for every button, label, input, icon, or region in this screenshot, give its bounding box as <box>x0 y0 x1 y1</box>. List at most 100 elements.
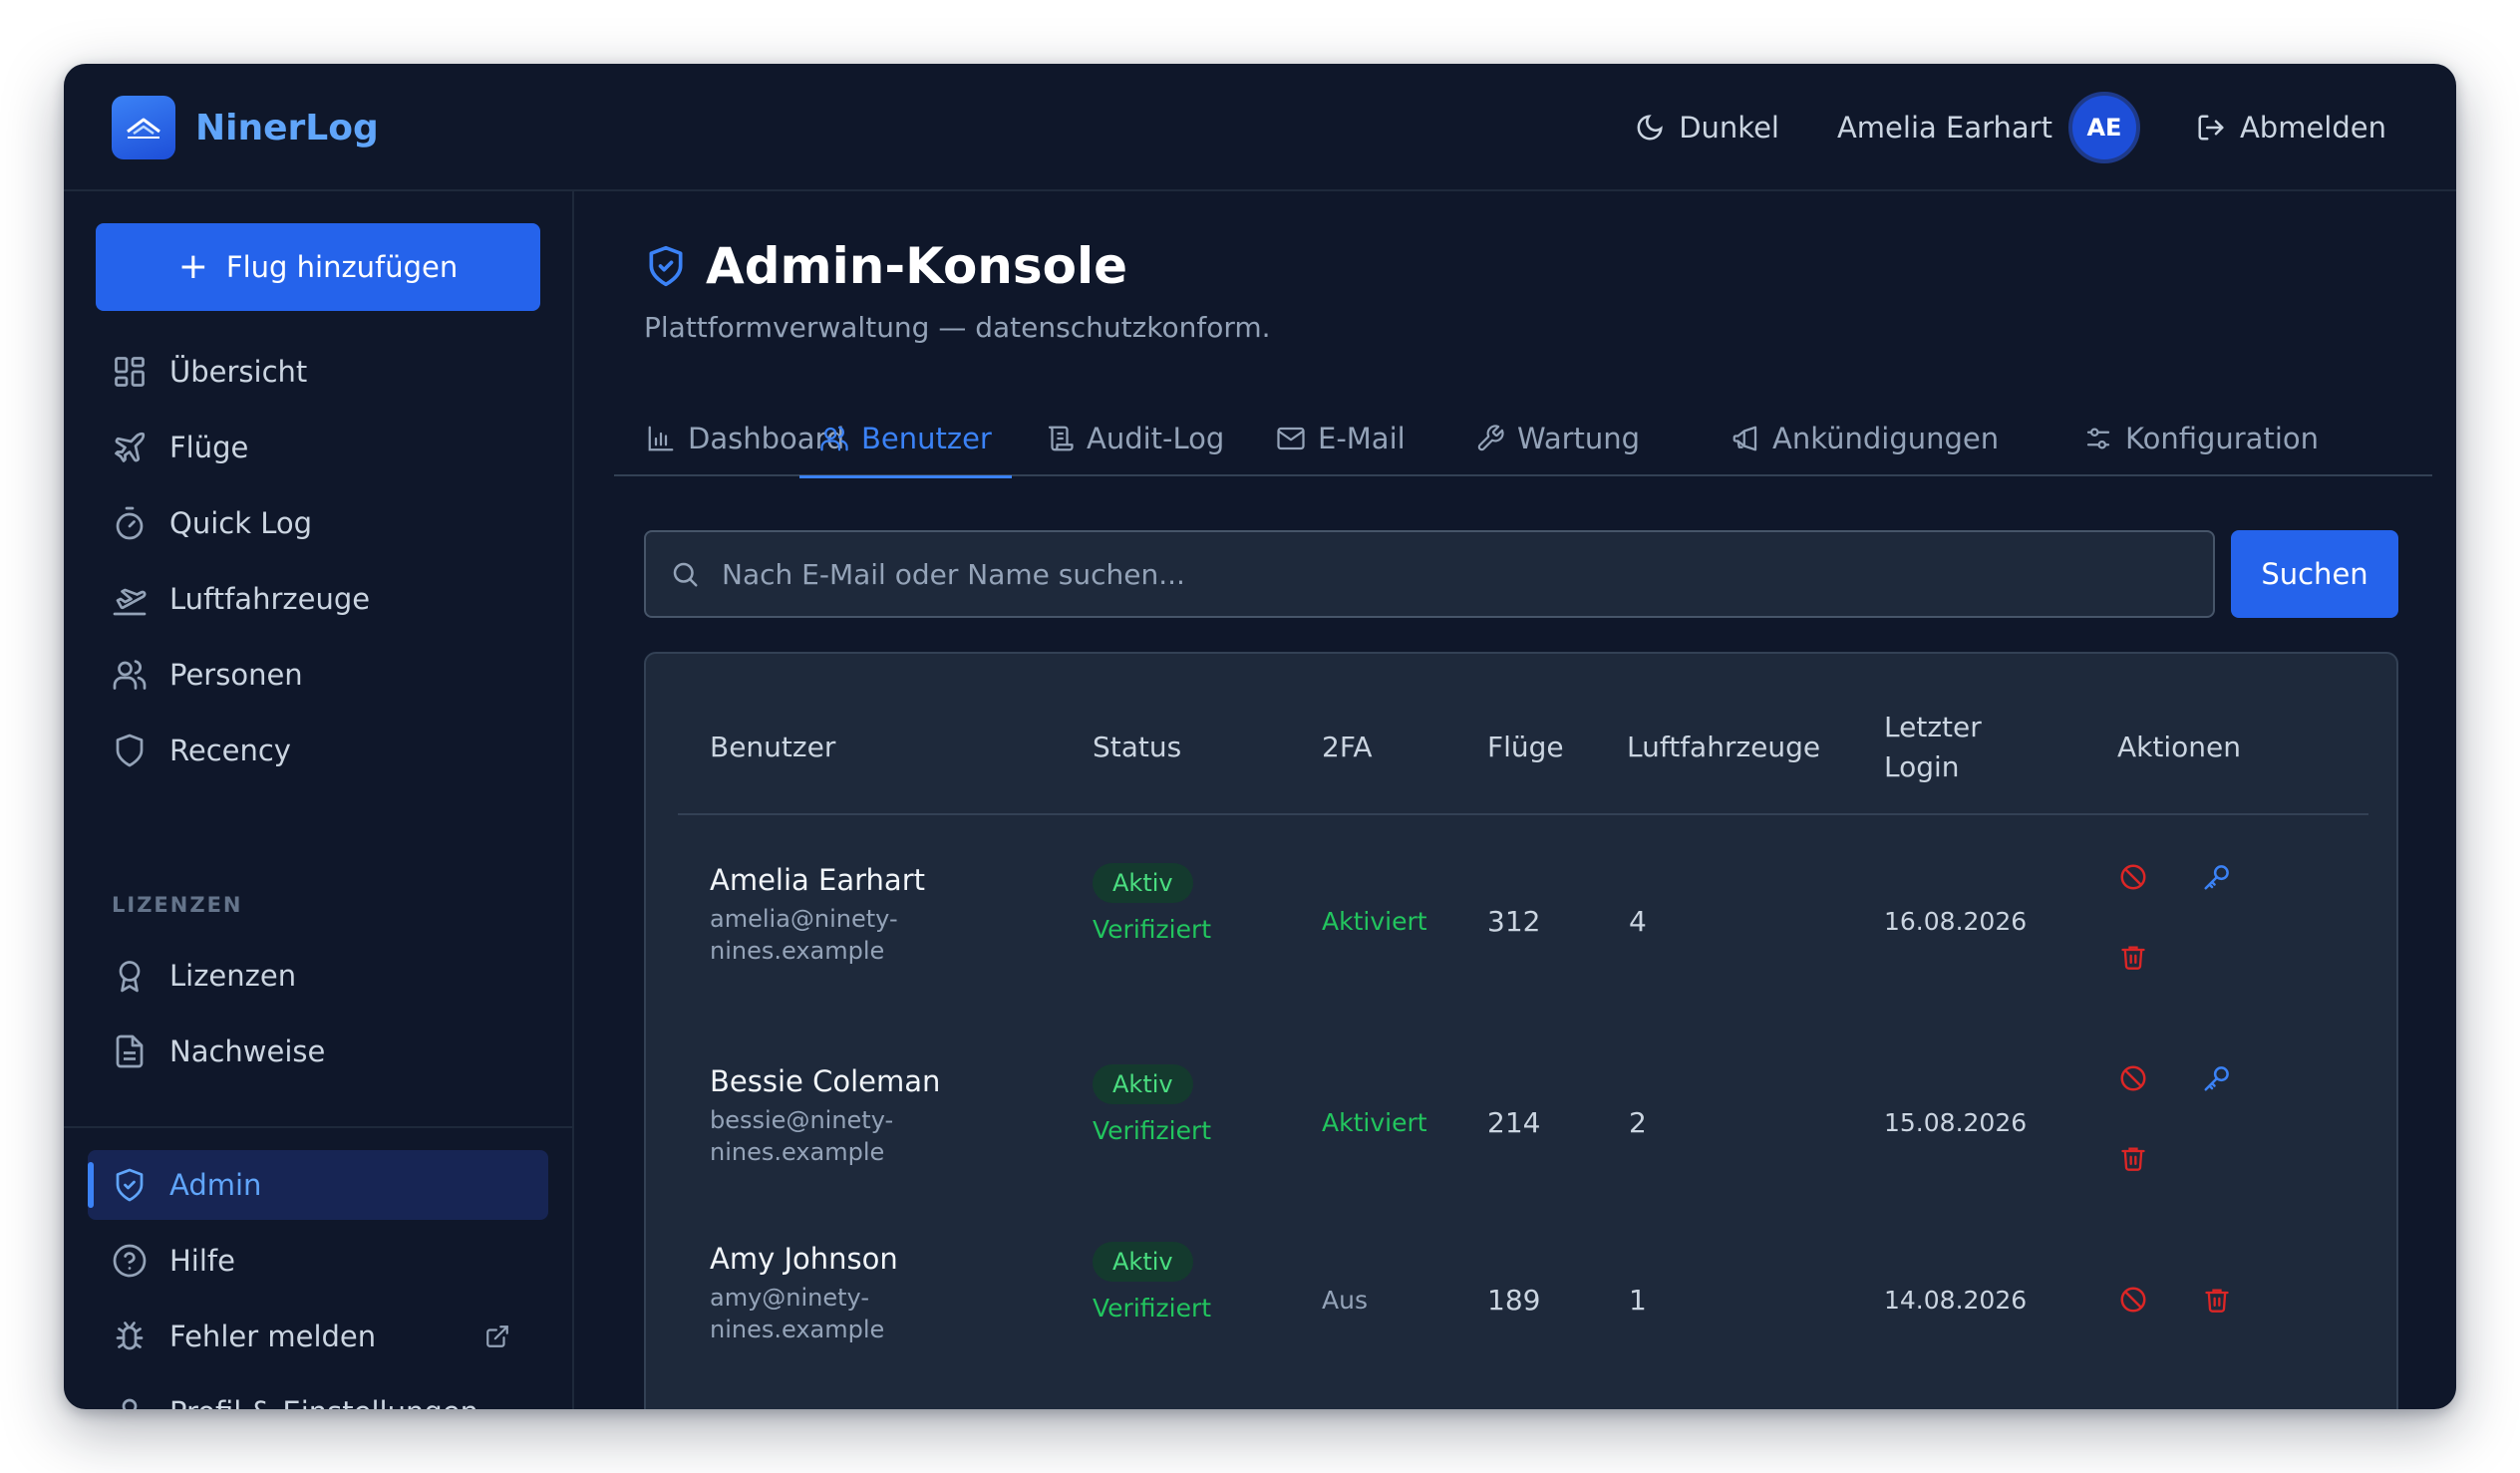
search-icon <box>673 562 698 587</box>
user-cell: Bessie Coleman bessie@ninety-nines.examp… <box>710 1062 940 1168</box>
stopwatch-icon <box>116 506 144 540</box>
sidebar-item-help[interactable]: Hilfe <box>96 1226 548 1296</box>
verified-label: Verifiziert <box>1093 915 1212 944</box>
shield-check-icon <box>116 1168 144 1202</box>
sidebar-item-flights[interactable]: Flüge <box>96 413 548 482</box>
ban-icon <box>2120 1065 2146 1091</box>
user-email-line1: amelia@ninety- <box>710 905 898 933</box>
tab-announcements[interactable]: Ankündigungen <box>1731 401 1999 476</box>
user-icon <box>122 1398 138 1409</box>
delete-user-button[interactable] <box>2115 939 2151 975</box>
reset-password-button[interactable] <box>2199 859 2235 895</box>
sidebar-item-persons[interactable]: Personen <box>96 640 548 710</box>
tab-label: E-Mail <box>1318 422 1406 455</box>
block-user-button[interactable] <box>2115 859 2151 895</box>
sidebar-item-quick-log[interactable]: Quick Log <box>96 488 548 558</box>
delete-user-button[interactable] <box>2115 1140 2151 1176</box>
wrench-icon <box>1477 425 1504 451</box>
block-user-button[interactable] <box>2115 1060 2151 1096</box>
award-icon <box>119 961 141 993</box>
bar-chart-icon <box>648 426 674 451</box>
theme-toggle[interactable]: Dunkel <box>1635 111 1779 145</box>
ban-icon <box>2120 864 2146 890</box>
tab-users[interactable]: Benutzer <box>799 401 1012 478</box>
tab-email[interactable]: E-Mail <box>1276 401 1406 476</box>
plus-icon: + <box>177 246 208 287</box>
brand[interactable]: NinerLog <box>112 96 379 159</box>
logout-icon <box>2198 115 2224 141</box>
sidebar-item-profile[interactable]: Profil & Einstellungen <box>96 1377 548 1409</box>
column-header-flights: Flüge <box>1487 731 1564 763</box>
last-login-date: 16.08.2026 <box>1884 907 2028 936</box>
twofa-status: Aktiviert <box>1322 907 1427 936</box>
tab-maintenance[interactable]: Wartung <box>1475 401 1640 476</box>
sidebar-item-label: Recency <box>169 734 291 767</box>
search-input[interactable] <box>722 557 2117 591</box>
shield-check-icon <box>649 245 683 287</box>
add-flight-button[interactable]: + Flug hinzufügen <box>96 223 540 311</box>
user-email: amelia@ninety-nines.example <box>710 903 929 967</box>
user-name: Amelia Earhart <box>1836 111 2052 145</box>
verified-label: Verifiziert <box>1093 1294 1212 1323</box>
shield-icon <box>116 734 144 767</box>
moon-icon <box>1637 115 1663 141</box>
bug-icon <box>116 1322 144 1350</box>
block-user-button[interactable] <box>2115 1282 2151 1318</box>
sidebar-item-licenses[interactable]: Lizenzen <box>96 941 548 1011</box>
verified-label: Verifiziert <box>1093 1116 1212 1145</box>
sidebar-item-label: Fehler melden <box>169 1320 377 1353</box>
tab-label: Konfiguration <box>2125 422 2319 455</box>
flights-count: 312 <box>1487 905 1541 938</box>
sidebar-item-records[interactable]: Nachweise <box>96 1017 548 1086</box>
sidebar-item-aircraft[interactable]: Luftfahrzeuge <box>96 564 548 634</box>
status-badge: Aktiv <box>1093 863 1193 903</box>
app-window: NinerLog Dunkel Amelia Earhart AE Abmeld… <box>64 64 2456 1409</box>
trash-icon <box>2121 1147 2145 1171</box>
tab-configuration[interactable]: Konfiguration <box>2083 401 2319 476</box>
status-cell: Aktiv Verifiziert <box>1093 1242 1211 1323</box>
sidebar-item-label: Lizenzen <box>169 959 297 993</box>
aircraft-count: 1 <box>1629 1284 1647 1317</box>
search-field[interactable] <box>644 530 2215 618</box>
main-content: Admin-Konsole Plattformverwaltung — date… <box>574 191 2456 1409</box>
flights-count: 214 <box>1487 1106 1541 1139</box>
user-name: Amy Johnson <box>710 1242 898 1276</box>
avatar[interactable]: AE <box>2067 92 2140 163</box>
user-email-line2: nines.example <box>710 1316 885 1343</box>
user-email: bessie@ninety-nines.example <box>710 1104 929 1168</box>
status-badge: Aktiv <box>1093 1064 1193 1104</box>
page-subtitle: Plattformverwaltung — datenschutzkonform… <box>644 311 1271 344</box>
sidebar-item-admin[interactable]: Admin <box>88 1150 548 1220</box>
sidebar-item-label: Nachweise <box>169 1034 326 1068</box>
user-email-line1: amy@ninety- <box>710 1284 869 1312</box>
plane-departure-icon <box>113 588 147 616</box>
delete-user-button[interactable] <box>2199 1282 2235 1318</box>
sidebar-item-recency[interactable]: Recency <box>96 716 548 785</box>
page-title: Admin-Konsole <box>644 237 1127 295</box>
top-bar: NinerLog Dunkel Amelia Earhart AE Abmeld… <box>64 64 2456 191</box>
sidebar-item-label: Quick Log <box>169 506 313 540</box>
ban-icon <box>2120 1287 2146 1313</box>
logout-button[interactable]: Abmelden <box>2196 111 2386 145</box>
external-link-icon <box>486 1326 508 1347</box>
user-cell: Amelia Earhart amelia@ninety-nines.examp… <box>710 861 929 967</box>
column-header-last-login: Letzter Login <box>1884 708 1982 787</box>
twofa-status: Aus <box>1322 1286 1368 1315</box>
megaphone-icon <box>1732 426 1757 451</box>
sidebar-item-label: Personen <box>169 658 303 692</box>
tab-audit-log[interactable]: Audit-Log <box>1045 401 1224 476</box>
last-login-date: 15.08.2026 <box>1884 1108 2028 1137</box>
twofa-status: Aktiviert <box>1322 1108 1427 1137</box>
reset-password-button[interactable] <box>2199 1060 2235 1096</box>
sidebar-item-report-bug[interactable]: Fehler melden <box>96 1302 548 1371</box>
theme-label: Dunkel <box>1679 111 1779 145</box>
last-login-date: 14.08.2026 <box>1884 1286 2028 1315</box>
trash-icon <box>2205 1289 2229 1313</box>
sidebar-item-overview[interactable]: Übersicht <box>96 337 548 407</box>
user-name: Amelia Earhart <box>710 863 925 897</box>
tab-label: Benutzer <box>861 422 992 455</box>
column-header-actions: Aktionen <box>2117 731 2241 763</box>
search-button[interactable]: Suchen <box>2231 530 2398 618</box>
brand-logo-icon <box>112 96 175 159</box>
column-header-2fa: 2FA <box>1322 731 1373 763</box>
